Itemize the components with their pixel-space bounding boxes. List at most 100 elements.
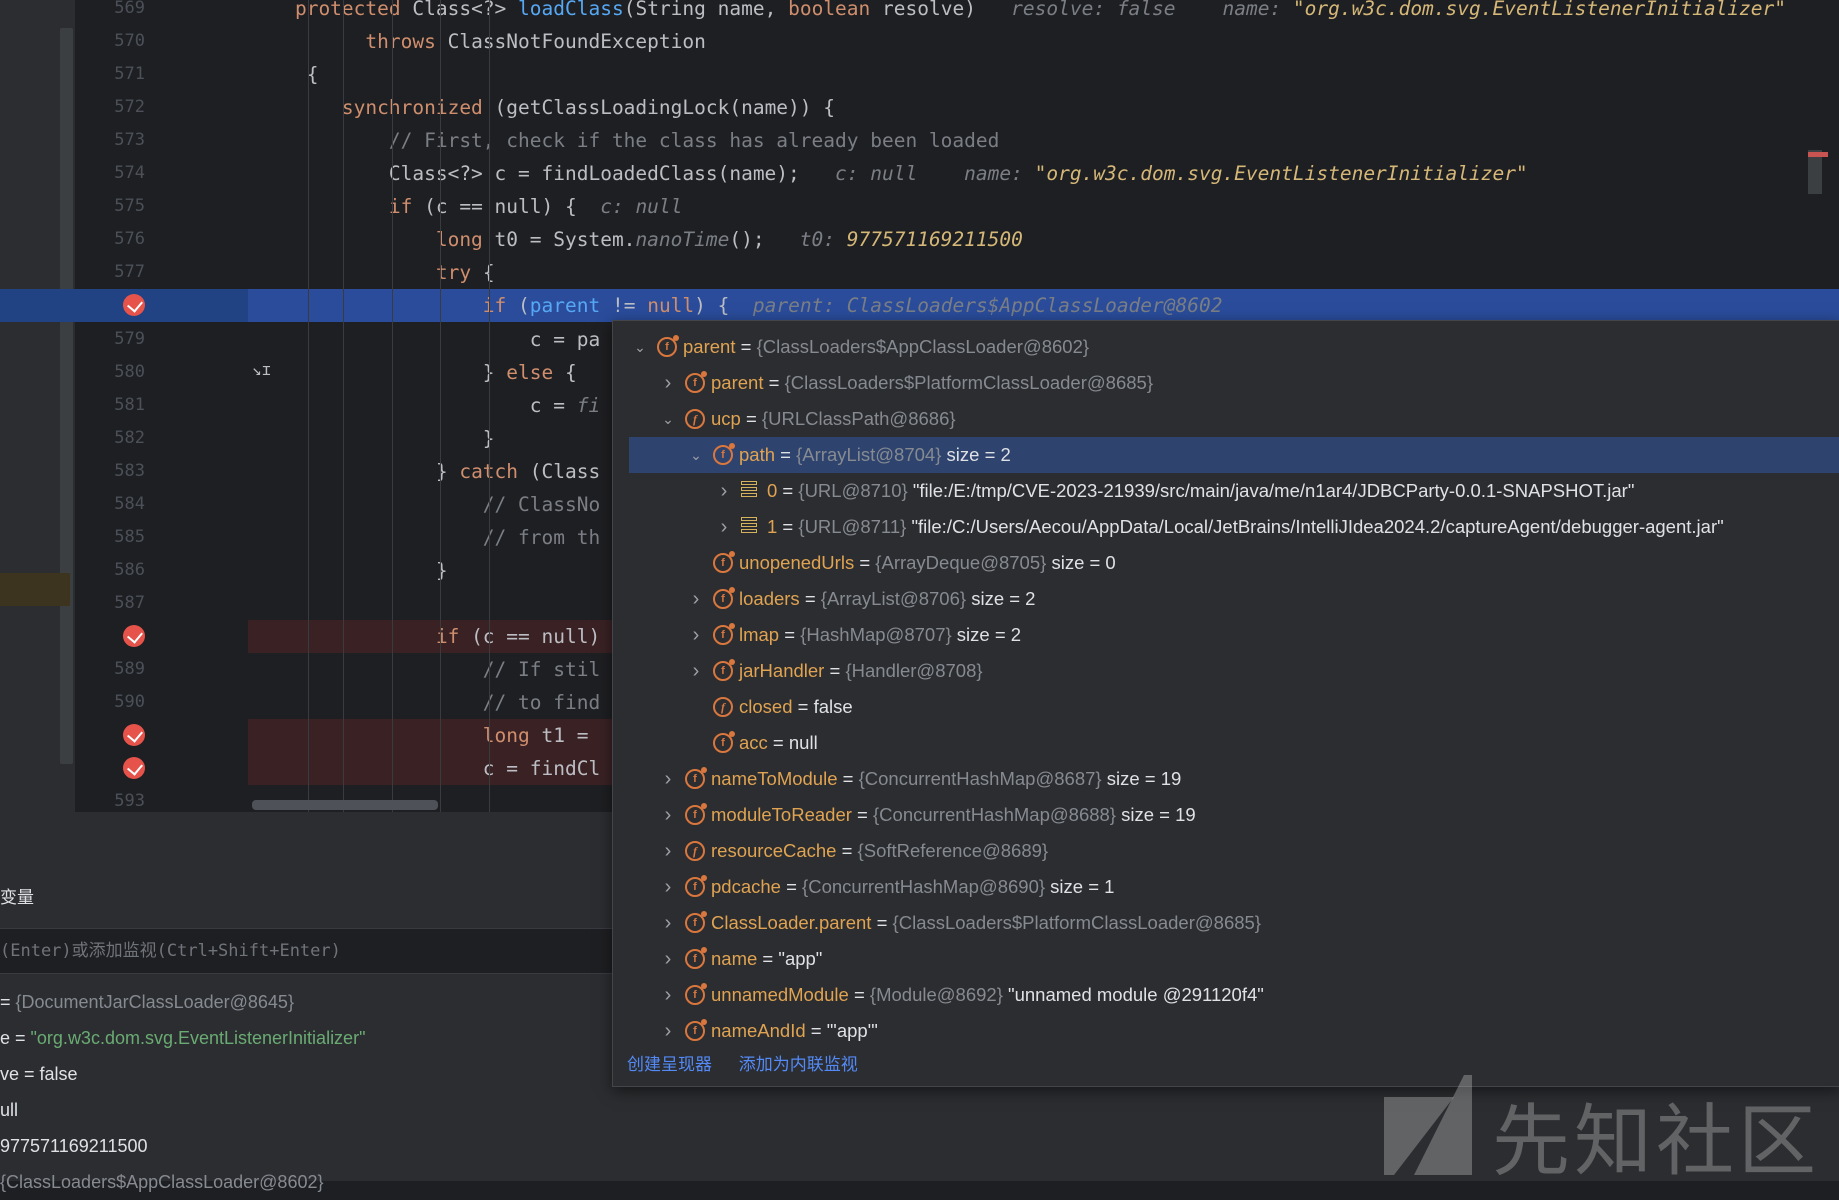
variable-row[interactable]: = {DocumentJarClassLoader@8645} xyxy=(0,984,294,1020)
variable-type: {ConcurrentHashMap@8687} xyxy=(858,768,1102,789)
line-number: 576 xyxy=(114,229,145,250)
chevron-right-icon[interactable]: › xyxy=(687,581,705,617)
tree-row[interactable]: ⌄ f ucp = {URLClassPath@8686} xyxy=(613,401,1839,437)
code-line[interactable]: 577 try { xyxy=(0,256,1839,289)
equals-sign: = xyxy=(763,372,785,393)
tree-row[interactable]: f acc = null xyxy=(613,725,1839,761)
object-field-icon: f xyxy=(685,983,707,1005)
code-line[interactable]: 573 // First, check if the class has alr… xyxy=(0,124,1839,157)
code-line[interactable]: 574 Class<?> c = findLoadedClass(name); … xyxy=(0,157,1839,190)
variable-row[interactable]: ve = false xyxy=(0,1056,78,1092)
tree-row[interactable]: f unopenedUrls = {ArrayDeque@8705} size =… xyxy=(613,545,1839,581)
code-token: (getClassLoadingLock(name)) { xyxy=(494,96,836,120)
code-token: { xyxy=(564,360,577,384)
line-number: 581 xyxy=(114,394,145,415)
line-number: 587 xyxy=(114,592,145,613)
chevron-right-icon[interactable]: › xyxy=(715,509,733,545)
chevron-right-icon[interactable]: › xyxy=(659,365,677,401)
create-renderer-link[interactable]: 创建呈现器 xyxy=(627,1055,712,1074)
chevron-down-icon[interactable]: ⌄ xyxy=(687,437,705,473)
line-number: 575 xyxy=(114,196,145,217)
array-element-icon xyxy=(741,481,757,501)
breakpoint-icon[interactable] xyxy=(123,757,145,780)
variable-type: {ConcurrentHashMap@8690} xyxy=(802,876,1046,897)
chevron-right-icon[interactable]: › xyxy=(715,473,733,509)
tab-variables[interactable]: 变量 xyxy=(0,874,620,922)
object-field-icon: f xyxy=(713,587,735,609)
equals-sign: = xyxy=(735,336,757,357)
chevron-right-icon[interactable]: › xyxy=(659,941,677,977)
variable-text: e = xyxy=(0,1028,31,1048)
chevron-right-icon[interactable]: › xyxy=(659,869,677,905)
chevron-right-icon[interactable]: › xyxy=(659,977,677,1013)
tree-row[interactable]: › f nameToModule = {ConcurrentHashMap@8687… xyxy=(613,761,1839,797)
variable-name: resourceCache xyxy=(711,840,837,861)
code-token: c = xyxy=(248,393,577,417)
tree-row[interactable]: › f lmap = {HashMap@8707} size = 2 xyxy=(613,617,1839,653)
code-token: (String name, xyxy=(623,0,789,20)
tree-row-text: path = {ArrayList@8704} size = 2 xyxy=(739,437,1011,473)
tree-row[interactable]: › f ClassLoader.parent = {ClassLoaders$Pla… xyxy=(613,905,1839,941)
variable-name: parent xyxy=(711,372,764,393)
chevron-down-icon[interactable]: ⌄ xyxy=(631,329,649,365)
chevron-right-icon[interactable]: › xyxy=(659,761,677,797)
tree-row[interactable]: › f nameAndId = "'app'" xyxy=(613,1013,1839,1049)
code-line[interactable]: if (parent != null) { parent: ClassLoade… xyxy=(0,289,1839,323)
tree-row[interactable]: › f parent = {ClassLoaders$PlatformClassLo… xyxy=(613,365,1839,401)
chevron-right-icon[interactable]: › xyxy=(687,653,705,689)
variable-row[interactable]: {ClassLoaders$AppClassLoader@8602} xyxy=(0,1164,324,1200)
code-line[interactable]: 575 if (c == null) { c: null xyxy=(0,190,1839,223)
line-number: 573 xyxy=(114,130,145,151)
horizontal-scrollbar[interactable] xyxy=(252,800,438,810)
object-field-icon: f xyxy=(685,947,707,969)
tree-row[interactable]: › f moduleToReader = {ConcurrentHashMap@86… xyxy=(613,797,1839,833)
tree-row[interactable]: › f resourceCache = {SoftReference@8689} xyxy=(613,833,1839,869)
breakpoint-icon[interactable] xyxy=(123,294,145,317)
tree-row[interactable]: f closed = false xyxy=(613,689,1839,725)
breakpoint-icon[interactable] xyxy=(123,624,145,647)
tree-row[interactable]: › 0 = {URL@8710} "file:/E:/tmp/CVE-2023-2… xyxy=(613,473,1839,509)
chevron-down-icon[interactable]: ⌄ xyxy=(659,401,677,437)
variable-row[interactable]: e = "org.w3c.dom.svg.EventListenerInitia… xyxy=(0,1020,365,1056)
line-number: 571 xyxy=(114,64,145,85)
code-token: "org.w3c.dom.svg.EventListenerInitialize… xyxy=(1034,162,1528,186)
watermark: 先知社区 xyxy=(1380,1075,1839,1187)
tree-row[interactable]: › f unnamedModule = {Module@8692} "unnamed… xyxy=(613,977,1839,1013)
tree-row[interactable]: ⌄ f parent = {ClassLoaders$AppClassLoader@… xyxy=(613,329,1839,365)
code-line[interactable]: 572 synchronized (getClassLoadingLock(na… xyxy=(0,91,1839,124)
code-line[interactable]: 570 throws ClassNotFoundException xyxy=(0,25,1839,58)
chevron-right-icon[interactable]: › xyxy=(659,833,677,869)
breakpoint-icon[interactable] xyxy=(123,724,145,747)
code-line[interactable]: 576 long t0 = System.nanoTime(); t0: 977… xyxy=(0,223,1839,256)
chevron-right-icon[interactable]: › xyxy=(659,797,677,833)
tree-row[interactable]: ⌄ f path = {ArrayList@8704} size = 2 xyxy=(629,437,1839,473)
line-number: 589 xyxy=(114,659,145,679)
evaluate-expression-input[interactable]: (Enter)或添加监视(Ctrl+Shift+Enter) xyxy=(0,928,620,974)
equals-sign: = xyxy=(799,588,821,609)
variable-value: size = 2 xyxy=(941,444,1011,465)
variable-name: unnamedModule xyxy=(711,984,849,1005)
tree-row[interactable]: › f loaders = {ArrayList@8706} size = 2 xyxy=(613,581,1839,617)
chevron-right-icon[interactable]: › xyxy=(687,617,705,653)
line-number: 582 xyxy=(114,427,145,448)
code-token: catch xyxy=(459,459,530,483)
variable-value: size = 19 xyxy=(1101,768,1182,789)
tree-row[interactable]: › f name = "app" xyxy=(613,941,1839,977)
add-inline-watch-link[interactable]: 添加为内联监视 xyxy=(739,1055,858,1074)
equals-sign: = xyxy=(836,840,858,861)
variable-type: {URLClassPath@8686} xyxy=(761,408,956,429)
error-stripe-marker[interactable] xyxy=(1808,150,1828,194)
chevron-right-icon[interactable]: › xyxy=(659,1013,677,1049)
variable-row[interactable]: 977571169211500 xyxy=(0,1128,148,1164)
tree-row[interactable]: › 1 = {URL@8711} "file:/C:/Users/Aecou/Ap… xyxy=(613,509,1839,545)
variable-row[interactable]: ull xyxy=(0,1092,18,1128)
code-line[interactable]: 571 { xyxy=(0,58,1839,91)
code-text: c = fi xyxy=(248,389,600,422)
chevron-right-icon[interactable]: › xyxy=(659,905,677,941)
tree-row[interactable]: › f jarHandler = {Handler@8708} xyxy=(613,653,1839,689)
code-line[interactable]: 569 protected Class<?> loadClass(String … xyxy=(0,0,1839,25)
code-token: (c == null) { xyxy=(424,195,601,219)
debugger-value-popup[interactable]: ⌄ f parent = {ClassLoaders$AppClassLoader@… xyxy=(612,320,1839,1087)
tree-row[interactable]: › f pdcache = {ConcurrentHashMap@8690} siz… xyxy=(613,869,1839,905)
code-token: // from th xyxy=(248,525,601,549)
